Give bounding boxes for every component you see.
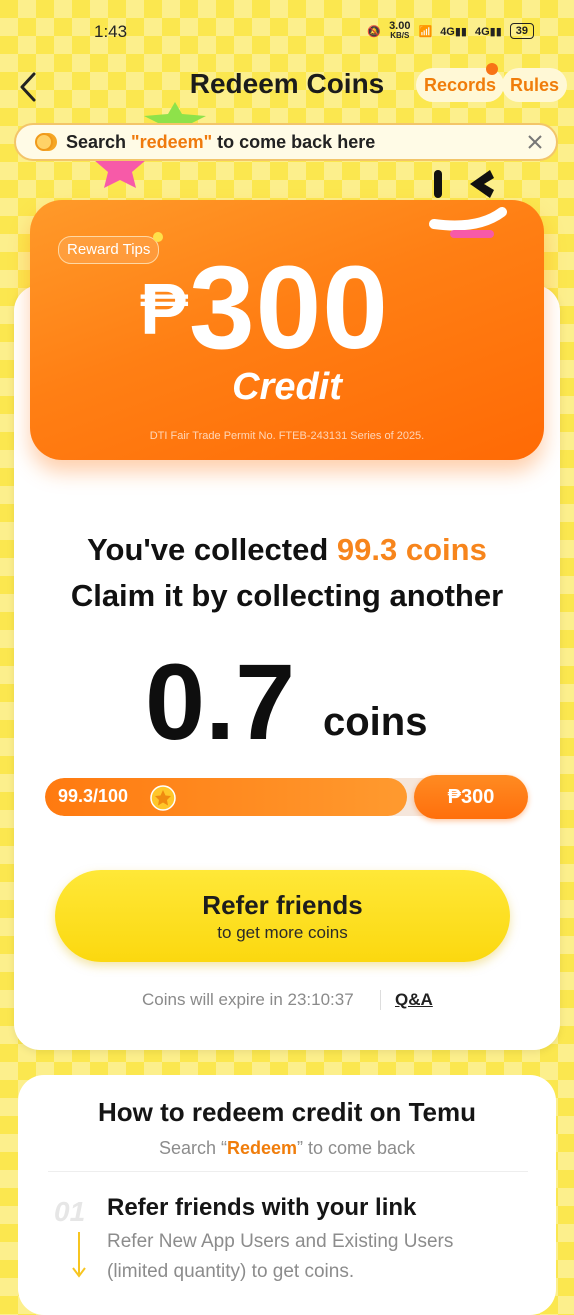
- refer-friends-button[interactable]: Refer friends to get more coins: [55, 870, 510, 962]
- credit-amount-value: 300: [189, 242, 389, 374]
- divider: [380, 990, 381, 1010]
- star-coin-icon: [150, 785, 176, 811]
- step-number: 01: [54, 1196, 86, 1227]
- reward-tips-dot: [153, 232, 163, 242]
- search-hint-banner: Search "redeem" to come back here: [14, 123, 558, 161]
- collected-value: 99.3 coins: [336, 532, 487, 567]
- divider: [48, 1171, 528, 1172]
- arrow-down-icon: [72, 1232, 86, 1278]
- status-time: 1:43: [94, 22, 128, 41]
- network-speed: 3.00 KB/S: [389, 20, 411, 41]
- remaining-coins-unit: coins: [323, 700, 428, 744]
- status-icons: 🔕 3.00 KB/S 📶 4G▮▮ 4G▮▮ 39: [367, 20, 534, 41]
- search-hint-suffix: to come back here: [217, 131, 376, 152]
- step-description: Refer New App Users and Existing Users (…: [107, 1231, 454, 1282]
- decoration-face-icon: [429, 170, 507, 238]
- back-arrow-icon[interactable]: [16, 70, 40, 104]
- target-reward-pill: ₱300: [414, 775, 528, 819]
- expiry-countdown: Coins will expire in 23:10:37: [142, 990, 354, 1009]
- signal-icon-2: 4G▮▮: [474, 25, 502, 38]
- search-hint-prefix: Search: [66, 131, 127, 152]
- qa-link[interactable]: Q&A: [395, 990, 433, 1010]
- search-hint-keyword: "redeem": [131, 131, 213, 152]
- coin-icon: [35, 133, 57, 151]
- wifi-icon: 📶: [418, 25, 433, 38]
- permit-text: DTI Fair Trade Permit No. FTEB-243131 Se…: [149, 430, 425, 442]
- rules-button[interactable]: Rules: [502, 68, 568, 102]
- how-to-keyword: Redeem: [226, 1138, 297, 1158]
- battery-icon: 39: [509, 23, 534, 39]
- progress-label: 99.3/100: [58, 786, 129, 806]
- signal-icon: 4G▮▮: [440, 25, 467, 38]
- step-title: Refer friends with your link: [107, 1194, 417, 1221]
- how-to-title: How to redeem credit on Temu: [97, 1097, 476, 1127]
- credit-label: Credit: [232, 366, 342, 408]
- credit-amount: ₱300: [140, 248, 389, 370]
- records-notification-dot: [486, 63, 498, 75]
- collected-prefix: You've collected: [87, 532, 337, 567]
- currency-symbol: ₱: [140, 270, 190, 350]
- mute-icon: 🔕: [367, 25, 382, 38]
- how-to-subtitle: Search “Redeem” to come back: [158, 1138, 416, 1158]
- remaining-coins-value: 0.7: [145, 641, 296, 762]
- close-icon[interactable]: [526, 133, 544, 151]
- claim-text: Claim it by collecting another: [70, 578, 504, 613]
- refer-friends-title: Refer friends: [202, 890, 363, 920]
- refer-friends-subtitle: to get more coins: [217, 923, 348, 942]
- collected-text: You've collected 99.3 coins: [0, 532, 574, 568]
